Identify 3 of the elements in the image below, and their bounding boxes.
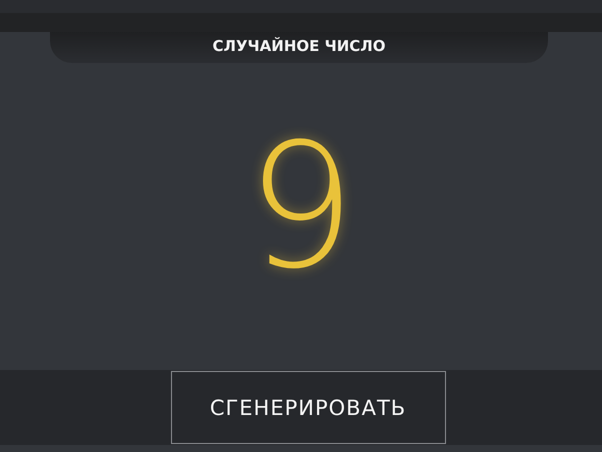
random-number: 9	[246, 121, 356, 293]
generate-button[interactable]: СГЕНЕРИРОВАТЬ	[170, 371, 446, 444]
page-title: СЛУЧАЙНОЕ ЧИСЛО	[50, 32, 548, 63]
